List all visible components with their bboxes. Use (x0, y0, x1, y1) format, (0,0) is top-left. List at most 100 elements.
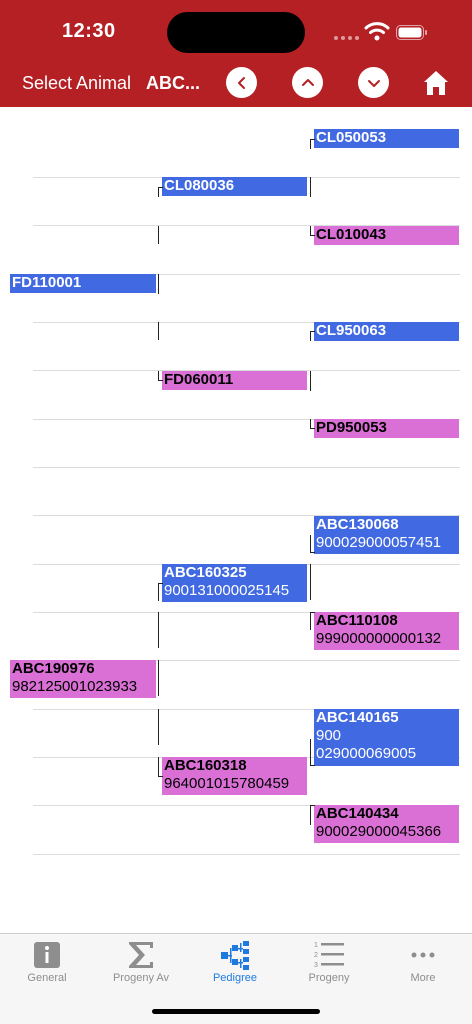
pedigree-connector (158, 226, 159, 244)
chevron-down-icon (367, 79, 380, 87)
tab-pedigree[interactable]: Pedigree (188, 934, 282, 994)
pedigree-connector (310, 371, 311, 391)
animal-id: FD110001 (12, 274, 82, 291)
pedigree-node-female[interactable]: ABC160318 964001015780459 (162, 757, 307, 795)
pedigree-node-male[interactable]: ABC130068 900029000057451 (314, 516, 459, 554)
pedigree-connector (158, 187, 163, 188)
pedigree-node-female[interactable]: CL010043 (314, 226, 459, 245)
battery-icon (396, 25, 427, 40)
animal-id: CL010043 (316, 226, 387, 243)
pedigree-view[interactable]: CL050053 CL080036 CL010043 FD110001 CL950063… (0, 107, 472, 933)
pedigree-connector (310, 805, 311, 825)
tab-label: General (27, 972, 67, 984)
tab-progeny-av[interactable]: Progeny Av (94, 934, 188, 994)
status-time: 12:30 (62, 20, 116, 42)
pedigree-node-male[interactable]: CL080036 (162, 177, 307, 196)
svg-text:2: 2 (314, 952, 318, 959)
select-animal-label: Select Animal (22, 73, 132, 93)
tab-progeny[interactable]: 1 2 3 Progeny (282, 934, 376, 994)
sigma-icon (125, 939, 157, 971)
animal-id: ABC110108 (316, 612, 398, 629)
animal-id: PD950053 (316, 419, 387, 436)
pedigree-node-male[interactable]: ABC140165 900 029000069005 (314, 709, 459, 766)
animal-tag-number: 029000069005 (316, 745, 417, 762)
grid-line (33, 467, 460, 468)
chevron-up-icon (301, 78, 314, 86)
tab-label: Progeny (308, 972, 350, 984)
svg-text:3: 3 (314, 962, 318, 969)
cellular-signal-icon (334, 36, 359, 40)
animal-id: CL050053 (316, 129, 387, 146)
animal-tag-number: 900029000057451 (316, 534, 442, 551)
down-button[interactable] (358, 67, 389, 98)
pedigree-connector (310, 235, 315, 236)
pedigree-connector (310, 564, 311, 600)
animal-tag-number: 900029000045366 (316, 823, 442, 840)
pedigree-connector (310, 535, 311, 553)
pedigree-connector (158, 322, 159, 340)
pedigree-connector (158, 709, 159, 745)
animal-id: ABC160325 (164, 564, 247, 581)
pedigree-node-male[interactable]: CL950063 (314, 322, 459, 341)
animal-tag-number: 900 (316, 727, 342, 744)
home-indicator (152, 1009, 320, 1014)
animal-id: ABC130068 (316, 516, 399, 533)
pedigree-connector (310, 552, 315, 553)
pedigree-icon (219, 939, 251, 971)
selected-animal-value[interactable]: ABC... (146, 73, 200, 94)
animal-id: CL950063 (316, 322, 387, 339)
pedigree-connector (310, 765, 315, 766)
home-icon[interactable] (422, 69, 450, 97)
pedigree-node-male[interactable]: ABC160325 900131000025145 (162, 564, 307, 602)
tab-label: Pedigree (212, 972, 258, 984)
pedigree-node-female[interactable]: ABC110108 999000000000132 (314, 612, 459, 650)
animal-tag-number: 999000000000132 (316, 630, 442, 647)
animal-id: ABC140165 (316, 709, 399, 726)
pedigree-connector (310, 139, 315, 140)
pedigree-connector (310, 331, 315, 332)
pedigree-node-female[interactable]: FD060011 (162, 371, 307, 390)
animal-tag-number: 964001015780459 (164, 775, 290, 792)
animal-id: CL080036 (164, 177, 235, 194)
animal-id: ABC160318 (164, 757, 247, 774)
previous-button[interactable] (226, 67, 257, 98)
grid-line (33, 854, 460, 855)
pedigree-connector (158, 274, 159, 294)
dynamic-island (167, 12, 305, 53)
pedigree-connector (158, 776, 163, 777)
pedigree-node-female[interactable]: PD950053 (314, 419, 459, 438)
pedigree-connector (310, 805, 315, 806)
animal-tag-number: 982125001023933 (12, 678, 138, 695)
svg-text:1: 1 (314, 942, 318, 949)
animal-id: FD060011 (164, 371, 234, 388)
tab-more[interactable]: More (376, 934, 470, 994)
more-icon (407, 939, 439, 971)
pedigree-node-female[interactable]: ABC140434 900029000045366 (314, 805, 459, 843)
pedigree-connector (310, 139, 311, 149)
info-icon (31, 939, 63, 971)
wifi-icon (364, 22, 390, 41)
animal-id: ABC140434 (316, 805, 399, 822)
tab-label: More (410, 972, 436, 984)
pedigree-connector (310, 612, 315, 613)
pedigree-node-male[interactable]: CL050053 (314, 129, 459, 148)
up-button[interactable] (292, 67, 323, 98)
pedigree-node-female[interactable]: ABC190976 982125001023933 (10, 660, 156, 698)
pedigree-connector (158, 583, 159, 601)
app-header: 12:30 Select Animal ABC... (0, 0, 472, 107)
pedigree-connector (158, 612, 159, 648)
pedigree-connector (158, 187, 159, 197)
numbered-list-icon: 1 2 3 (313, 939, 345, 971)
tab-label: Progeny Av (112, 972, 170, 984)
animal-tag-number: 900131000025145 (164, 582, 290, 599)
pedigree-connector (158, 660, 159, 696)
pedigree-connector (310, 739, 311, 765)
tab-general[interactable]: General (0, 934, 94, 994)
pedigree-connector (310, 331, 311, 341)
pedigree-connector (158, 583, 163, 584)
pedigree-node-male[interactable]: FD110001 (10, 274, 156, 293)
pedigree-connector (310, 612, 311, 630)
chevron-left-icon (237, 76, 245, 89)
animal-id: ABC190976 (12, 660, 95, 677)
pedigree-connector (158, 757, 159, 777)
